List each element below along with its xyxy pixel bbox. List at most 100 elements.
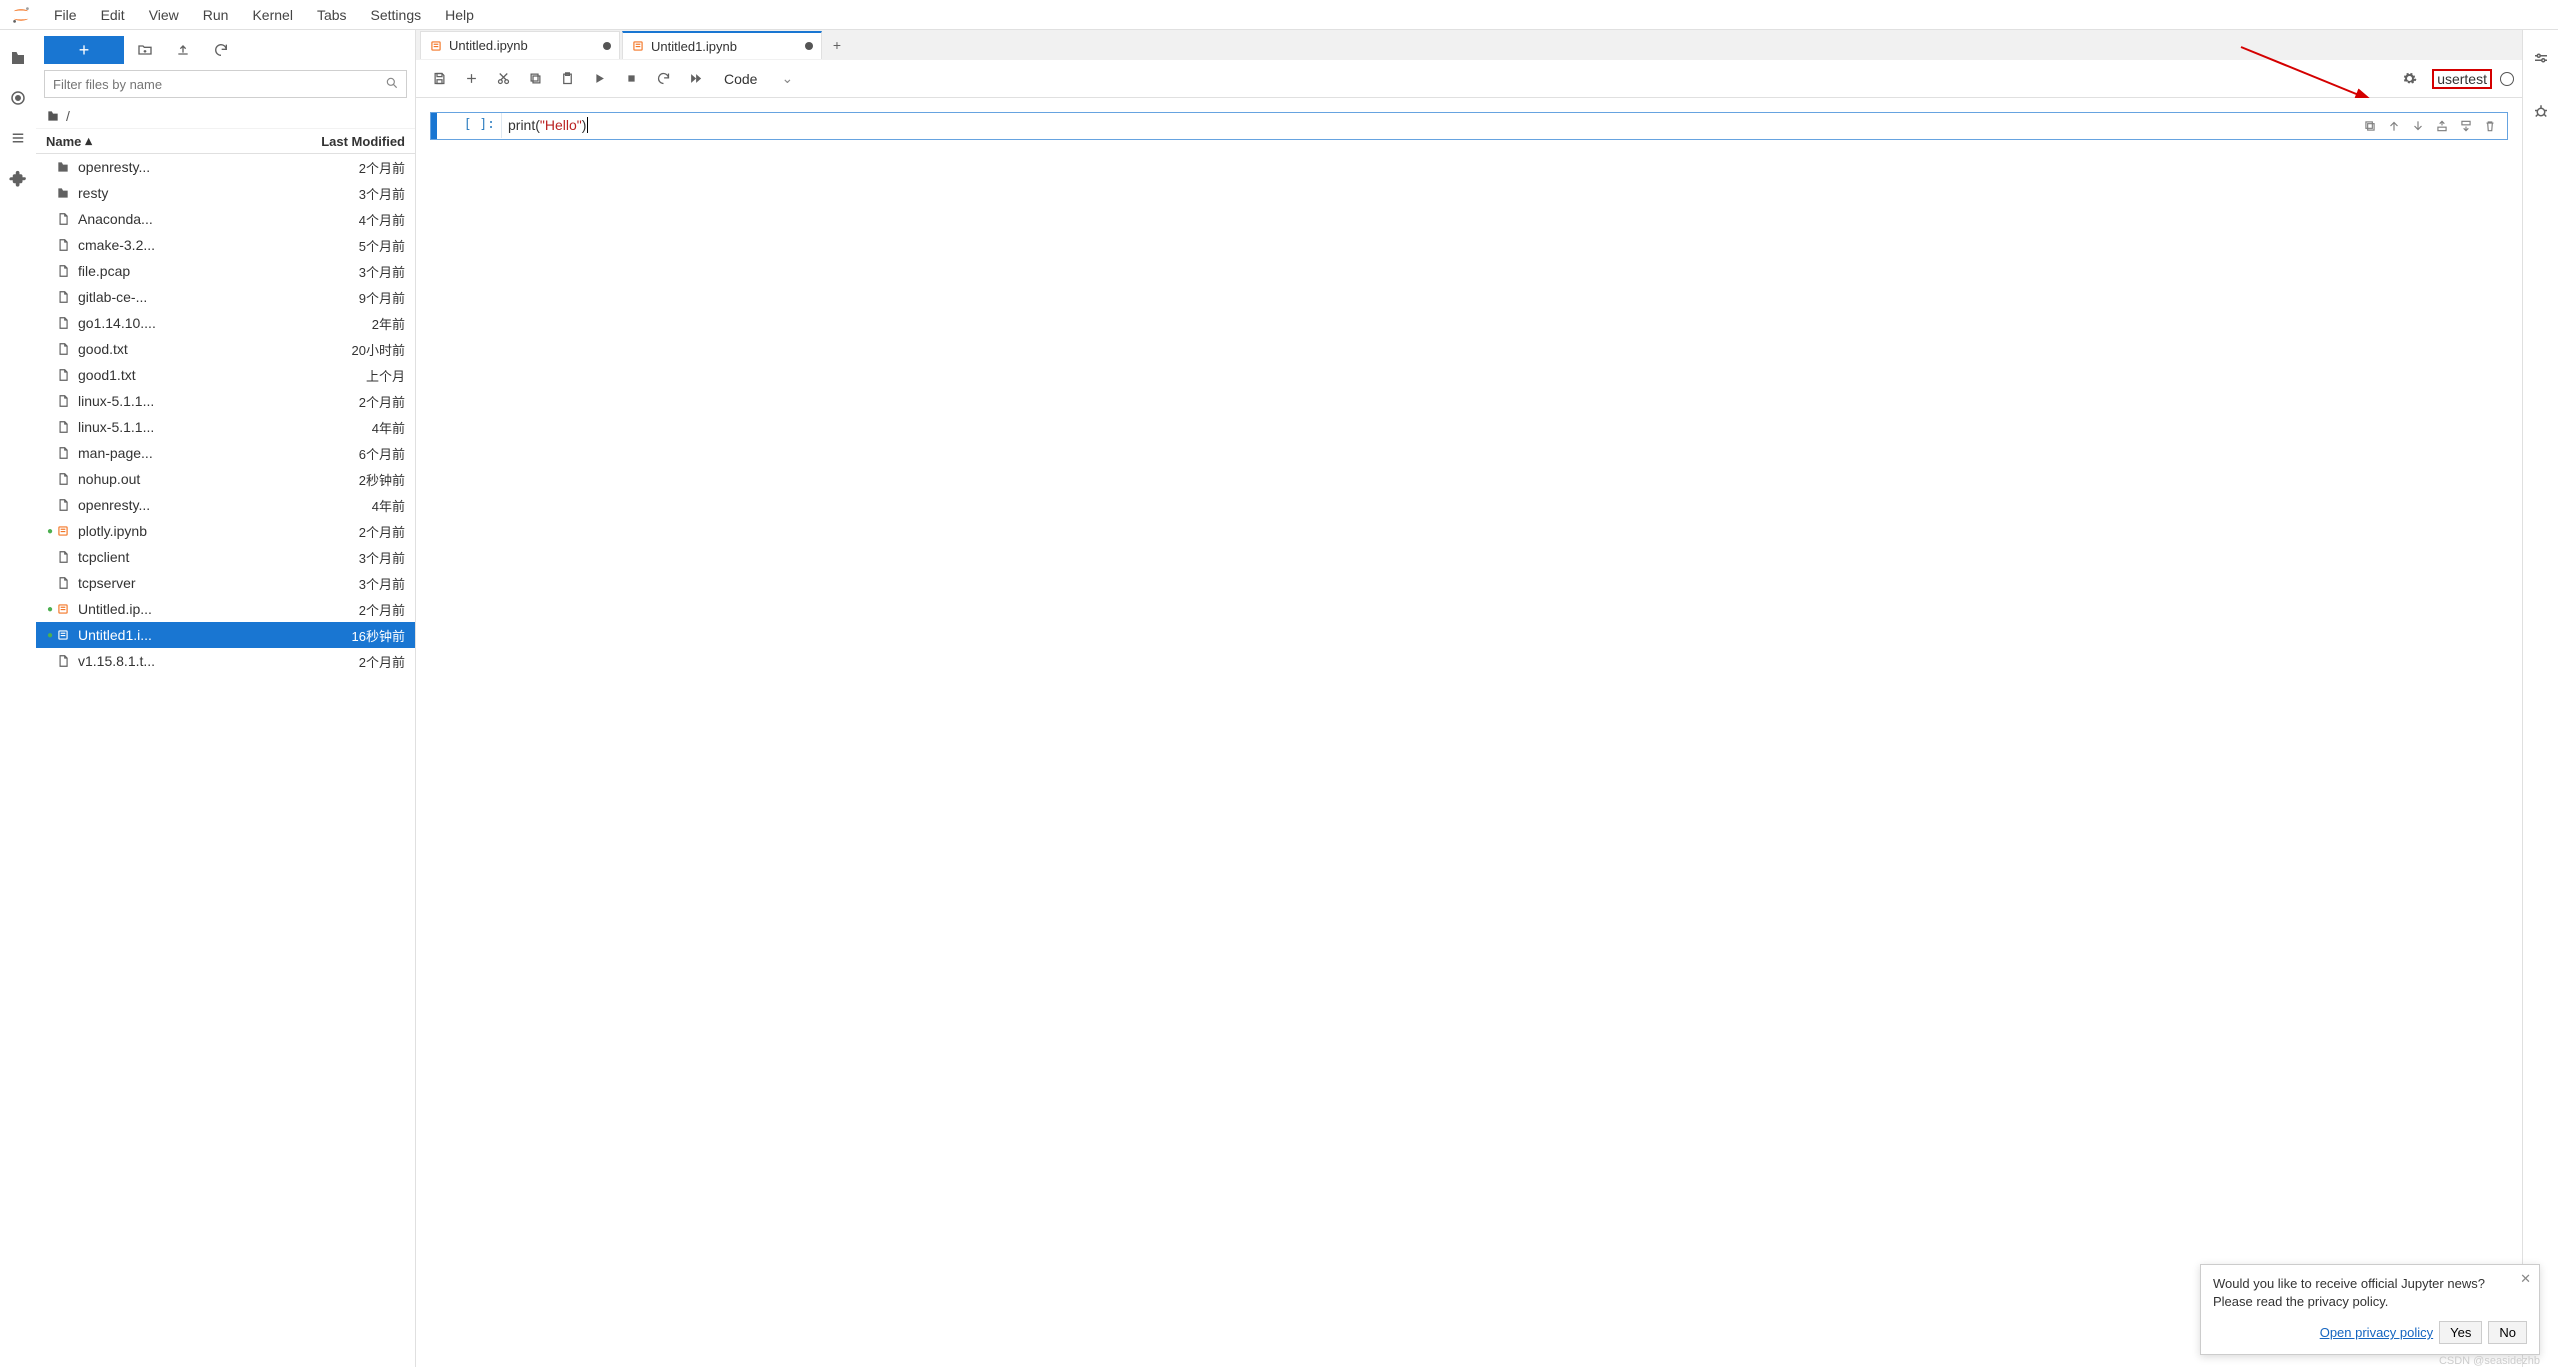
add-cell-icon[interactable] bbox=[456, 64, 486, 94]
notebook-tab[interactable]: Untitled1.ipynb bbox=[622, 31, 822, 59]
file-icon bbox=[56, 472, 72, 486]
kernel-status-idle-icon[interactable] bbox=[2500, 72, 2514, 86]
upload-icon[interactable] bbox=[166, 36, 200, 64]
filter-files-input[interactable] bbox=[44, 70, 407, 98]
col-modified-header[interactable]: Last Modified bbox=[321, 134, 405, 149]
run-icon[interactable] bbox=[584, 64, 614, 94]
open-privacy-policy-link[interactable]: Open privacy policy bbox=[2320, 1325, 2433, 1340]
property-inspector-icon[interactable] bbox=[2523, 40, 2558, 76]
file-row[interactable]: good.txt20小时前 bbox=[36, 336, 415, 362]
move-up-icon[interactable] bbox=[2383, 115, 2405, 137]
file-row[interactable]: ●Untitled1.i...16秒钟前 bbox=[36, 622, 415, 648]
breadcrumb-path: / bbox=[66, 108, 70, 124]
file-icon bbox=[56, 446, 72, 460]
breadcrumb[interactable]: / bbox=[36, 104, 415, 129]
file-row[interactable]: openresty...2个月前 bbox=[36, 154, 415, 180]
file-icon bbox=[56, 368, 72, 382]
menu-file[interactable]: File bbox=[42, 3, 89, 27]
file-icon bbox=[56, 576, 72, 590]
new-tab-button[interactable]: + bbox=[824, 32, 850, 58]
files-icon[interactable] bbox=[0, 40, 36, 76]
file-row[interactable]: tcpserver3个月前 bbox=[36, 570, 415, 596]
inspector-gear-icon[interactable] bbox=[2394, 64, 2424, 94]
file-modified: 上个月 bbox=[366, 366, 405, 385]
refresh-icon[interactable] bbox=[204, 36, 238, 64]
file-name: linux-5.1.1... bbox=[78, 419, 372, 435]
file-row[interactable]: Anaconda...4个月前 bbox=[36, 206, 415, 232]
search-icon bbox=[385, 76, 399, 90]
toc-icon[interactable] bbox=[0, 120, 36, 156]
file-row[interactable]: openresty...4年前 bbox=[36, 492, 415, 518]
file-row[interactable]: cmake-3.2...5个月前 bbox=[36, 232, 415, 258]
file-modified: 4年前 bbox=[372, 418, 405, 437]
new-folder-icon[interactable] bbox=[128, 36, 162, 64]
file-row[interactable]: v1.15.8.1.t...2个月前 bbox=[36, 648, 415, 674]
file-row[interactable]: linux-5.1.1...2个月前 bbox=[36, 388, 415, 414]
debugger-icon[interactable] bbox=[2523, 94, 2558, 130]
cell-code-input[interactable]: print("Hello") bbox=[501, 113, 2353, 138]
file-row[interactable]: ●plotly.ipynb2个月前 bbox=[36, 518, 415, 544]
menu-help[interactable]: Help bbox=[433, 3, 486, 27]
menu-view[interactable]: View bbox=[137, 3, 191, 27]
file-name: openresty... bbox=[78, 497, 372, 513]
run-all-icon[interactable] bbox=[680, 64, 710, 94]
insert-below-icon[interactable] bbox=[2455, 115, 2477, 137]
running-icon[interactable] bbox=[0, 80, 36, 116]
save-icon[interactable] bbox=[424, 64, 454, 94]
folder-icon bbox=[56, 160, 72, 174]
notebook-area: [ ]: print("Hello") bbox=[416, 98, 2522, 1367]
paste-icon[interactable] bbox=[552, 64, 582, 94]
file-name: go1.14.10.... bbox=[78, 315, 372, 331]
file-modified: 20小时前 bbox=[352, 340, 405, 359]
file-row[interactable]: tcpclient3个月前 bbox=[36, 544, 415, 570]
kernel-name[interactable]: usertest bbox=[2432, 69, 2492, 89]
notebook-tab[interactable]: Untitled.ipynb bbox=[420, 31, 620, 59]
extensions-icon[interactable] bbox=[0, 160, 36, 196]
yes-button[interactable]: Yes bbox=[2439, 1321, 2482, 1344]
file-browser: + / Name▴ Last Modified openresty...2个月前… bbox=[36, 30, 416, 1367]
cell-type-select[interactable]: Code ⌄ bbox=[720, 69, 793, 89]
close-icon[interactable]: ✕ bbox=[2520, 1271, 2531, 1287]
file-name: plotly.ipynb bbox=[78, 523, 359, 539]
file-modified: 3个月前 bbox=[359, 262, 405, 281]
right-sidebar bbox=[2522, 30, 2558, 1367]
file-row[interactable]: gitlab-ce-...9个月前 bbox=[36, 284, 415, 310]
jupyter-news-notification: ✕ Would you like to receive official Jup… bbox=[2200, 1264, 2540, 1355]
delete-cell-icon[interactable] bbox=[2479, 115, 2501, 137]
file-row[interactable]: good1.txt上个月 bbox=[36, 362, 415, 388]
file-icon bbox=[56, 316, 72, 330]
file-modified: 2个月前 bbox=[359, 158, 405, 177]
menu-tabs[interactable]: Tabs bbox=[305, 3, 359, 27]
file-row[interactable]: man-page...6个月前 bbox=[36, 440, 415, 466]
col-name-header[interactable]: Name bbox=[46, 134, 81, 149]
running-dot: ● bbox=[46, 526, 54, 537]
file-row[interactable]: ●Untitled.ip...2个月前 bbox=[36, 596, 415, 622]
file-row[interactable]: linux-5.1.1...4年前 bbox=[36, 414, 415, 440]
file-modified: 9个月前 bbox=[359, 288, 405, 307]
file-row[interactable]: go1.14.10....2年前 bbox=[36, 310, 415, 336]
new-launcher-button[interactable]: + bbox=[44, 36, 124, 64]
file-name: v1.15.8.1.t... bbox=[78, 653, 359, 669]
file-row[interactable]: resty3个月前 bbox=[36, 180, 415, 206]
file-modified: 2个月前 bbox=[359, 392, 405, 411]
file-row[interactable]: file.pcap3个月前 bbox=[36, 258, 415, 284]
file-row[interactable]: nohup.out2秒钟前 bbox=[36, 466, 415, 492]
menu-kernel[interactable]: Kernel bbox=[240, 3, 304, 27]
code-cell[interactable]: [ ]: print("Hello") bbox=[430, 112, 2508, 140]
copy-icon[interactable] bbox=[520, 64, 550, 94]
file-name: resty bbox=[78, 185, 359, 201]
file-icon bbox=[56, 420, 72, 434]
menu-edit[interactable]: Edit bbox=[89, 3, 137, 27]
cut-icon[interactable] bbox=[488, 64, 518, 94]
running-dot: ● bbox=[46, 630, 54, 641]
menu-settings[interactable]: Settings bbox=[359, 3, 434, 27]
file-modified: 4年前 bbox=[372, 496, 405, 515]
menu-run[interactable]: Run bbox=[191, 3, 241, 27]
stop-icon[interactable] bbox=[616, 64, 646, 94]
no-button[interactable]: No bbox=[2488, 1321, 2527, 1344]
insert-above-icon[interactable] bbox=[2431, 115, 2453, 137]
restart-icon[interactable] bbox=[648, 64, 678, 94]
file-name: tcpclient bbox=[78, 549, 359, 565]
duplicate-cell-icon[interactable] bbox=[2359, 115, 2381, 137]
move-down-icon[interactable] bbox=[2407, 115, 2429, 137]
